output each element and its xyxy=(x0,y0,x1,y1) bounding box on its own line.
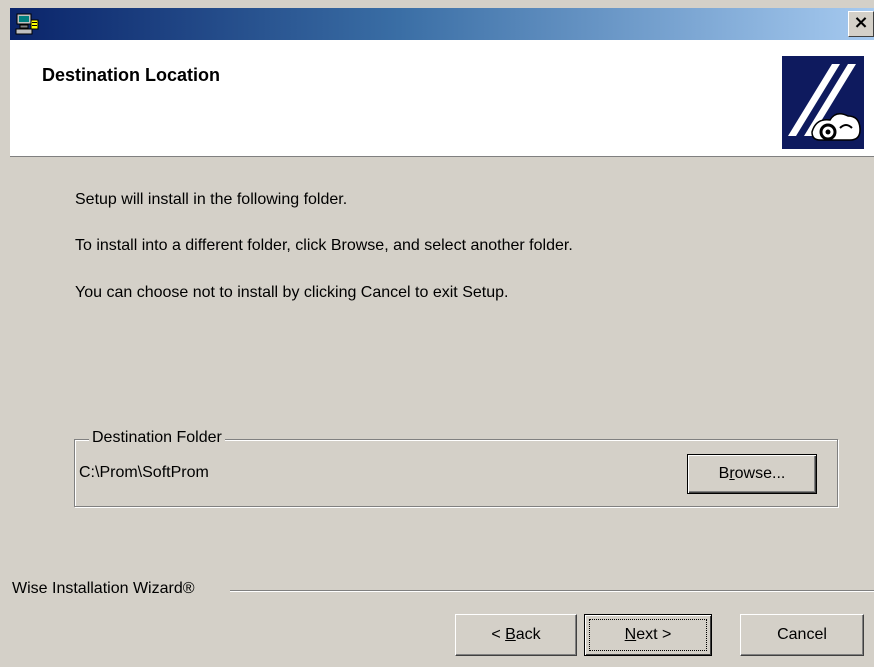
destination-folder-group: Destination Folder C:\Prom\SoftProm Brow… xyxy=(74,429,838,507)
footer-divider xyxy=(230,590,874,592)
browse-instruction: To install into a different folder, clic… xyxy=(75,237,573,254)
wizard-header: Destination Location xyxy=(10,40,874,157)
cancel-button[interactable]: Cancel xyxy=(740,614,864,656)
brand-label: Wise Installation Wizard® xyxy=(12,580,195,597)
destination-path: C:\Prom\SoftProm xyxy=(79,464,209,481)
next-button[interactable]: Next > xyxy=(584,614,712,656)
browse-button[interactable]: Browse... xyxy=(687,454,817,494)
installer-logo-icon xyxy=(782,56,864,149)
cancel-instruction: You can choose not to install by clickin… xyxy=(75,284,509,301)
title-bar[interactable]: × xyxy=(10,8,874,40)
page-title: Destination Location xyxy=(42,65,221,85)
browse-label-prefix: B xyxy=(718,465,730,482)
close-button[interactable]: × xyxy=(848,11,874,37)
back-label-prefix: < xyxy=(491,626,506,643)
setup-window: × Destination Location Setup will instal… xyxy=(0,0,874,667)
back-label-suffix: ack xyxy=(515,626,541,643)
browse-label-suffix: owse... xyxy=(734,465,786,482)
back-mnemonic: B xyxy=(505,626,516,643)
back-button[interactable]: < Back xyxy=(455,614,577,656)
focus-rectangle xyxy=(589,619,707,651)
destination-folder-label: Destination Folder xyxy=(89,429,225,447)
install-folder-message: Setup will install in the following fold… xyxy=(75,191,348,208)
close-icon: × xyxy=(853,12,869,33)
setup-computer-icon xyxy=(14,11,40,37)
